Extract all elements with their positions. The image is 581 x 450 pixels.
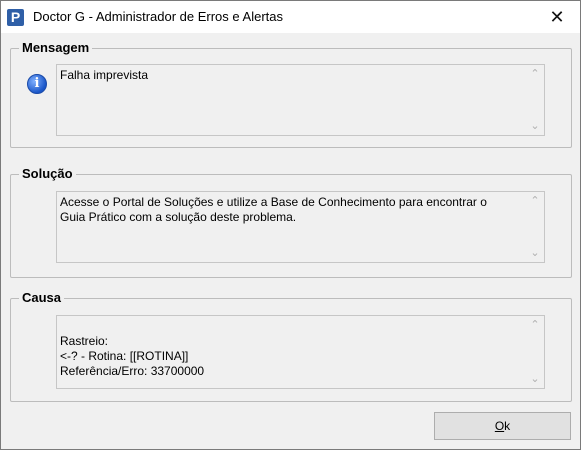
scroll-up-icon[interactable]: ⌃: [526, 65, 544, 83]
app-logo-icon: P: [7, 9, 24, 26]
mensagem-text: Falha imprevista: [60, 68, 149, 82]
solucao-legend: Solução: [19, 166, 76, 181]
causa-legend: Causa: [19, 290, 65, 305]
causa-group: Causa Rastreio: <-? - Rotina: [[ROTINA]]…: [10, 290, 572, 402]
ok-mnemonic: O: [494, 419, 505, 433]
close-button[interactable]: ✕: [534, 1, 580, 33]
error-dialog-window: P Doctor G - Administrador de Erros e Al…: [0, 0, 581, 450]
causa-textbox[interactable]: Rastreio: <-? - Rotina: [[ROTINA]] Refer…: [56, 315, 545, 389]
mensagem-legend: Mensagem: [19, 40, 93, 55]
info-icon: i: [27, 74, 47, 94]
mensagem-scrollbar[interactable]: ⌃ ⌄: [526, 65, 544, 135]
mensagem-group: Mensagem i Falha imprevista ⌃ ⌄: [10, 40, 572, 148]
scroll-down-icon[interactable]: ⌄: [526, 117, 544, 135]
scroll-up-icon[interactable]: ⌃: [526, 192, 544, 210]
solucao-scrollbar[interactable]: ⌃ ⌄: [526, 192, 544, 262]
scroll-down-icon[interactable]: ⌄: [526, 244, 544, 262]
scroll-down-icon[interactable]: ⌄: [526, 370, 544, 388]
solucao-text: Acesse o Portal de Soluções e utilize a …: [60, 195, 487, 224]
causa-text: Rastreio: <-? - Rotina: [[ROTINA]] Refer…: [60, 334, 205, 378]
mensagem-textbox[interactable]: Falha imprevista ⌃ ⌄: [56, 64, 545, 136]
scroll-up-icon[interactable]: ⌃: [526, 316, 544, 334]
title-bar[interactable]: P Doctor G - Administrador de Erros e Al…: [1, 1, 580, 33]
causa-scrollbar[interactable]: ⌃ ⌄: [526, 316, 544, 388]
ok-label-rest: k: [504, 419, 511, 433]
solucao-textbox[interactable]: Acesse o Portal de Soluções e utilize a …: [56, 191, 545, 263]
solucao-group: Solução Acesse o Portal de Soluções e ut…: [10, 166, 572, 278]
window-title: Doctor G - Administrador de Erros e Aler…: [33, 9, 283, 24]
ok-button[interactable]: Ok: [434, 412, 571, 440]
